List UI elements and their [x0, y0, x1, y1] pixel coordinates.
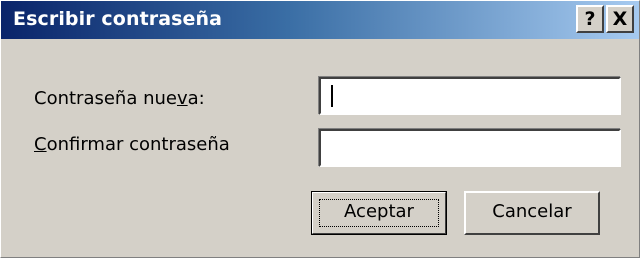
confirm-password-input[interactable] [319, 129, 621, 167]
text-caret [331, 85, 333, 107]
help-button[interactable]: ? [576, 5, 604, 33]
ok-button[interactable]: Aceptar [311, 191, 447, 235]
close-button[interactable]: X [606, 5, 634, 33]
cancel-button-label: Cancelar [492, 201, 572, 222]
new-password-label: Contraseña nueva: [34, 88, 205, 109]
confirm-password-label: Confirmar contraseña [34, 134, 230, 155]
confirm-password-label-text: onfirmar contraseña [46, 134, 230, 155]
confirm-password-label-accelerator: C [34, 134, 47, 155]
focus-rectangle [319, 199, 439, 227]
dialog-title: Escribir contraseña [13, 8, 223, 30]
password-dialog: Escribir contraseña ? X Contraseña nueva… [0, 0, 640, 258]
cancel-button[interactable]: Cancelar [464, 191, 600, 235]
new-password-label-accelerator: v [176, 88, 188, 109]
new-password-input[interactable] [319, 77, 621, 115]
new-password-label-text: Contraseña nue [34, 88, 177, 109]
title-bar[interactable]: Escribir contraseña ? X [1, 1, 639, 39]
new-password-label-suffix: a: [187, 88, 205, 109]
